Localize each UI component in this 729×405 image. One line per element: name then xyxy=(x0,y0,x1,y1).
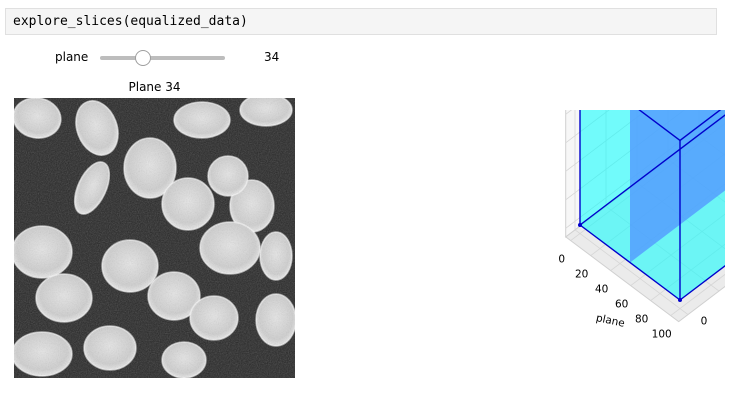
slider-label: plane xyxy=(55,50,89,64)
box-vertex xyxy=(578,223,582,227)
x-tick-label: 100 xyxy=(652,329,672,341)
x-tick-label: 80 xyxy=(635,314,648,326)
microscopy-image xyxy=(14,98,295,378)
3d-plot-svg: 0204060801000501001502002500501001502002… xyxy=(558,0,729,341)
code-cell[interactable]: explore_slices(equalized_data) xyxy=(5,8,717,35)
x-tick-label: 40 xyxy=(595,284,608,296)
y-tick-label: 0 xyxy=(701,316,708,328)
box-vertex xyxy=(678,298,682,302)
x-axis-label: plane xyxy=(595,312,626,330)
volume-box xyxy=(578,0,729,302)
plane-slider-track[interactable] xyxy=(100,50,225,66)
x-tick-label: 20 xyxy=(575,269,588,281)
slider-value-readout: 34 xyxy=(264,50,280,64)
image-title: Plane 34 xyxy=(128,80,181,94)
x-tick-label: 0 xyxy=(558,254,565,266)
plane-slider-handle[interactable] xyxy=(134,50,151,66)
plane-slider-widget: plane 34 xyxy=(0,46,320,70)
3d-volume-plot: 0204060801000501001502002500501001502002… xyxy=(420,0,729,400)
code-text: explore_slices(equalized_data) xyxy=(13,14,248,29)
nuclei-image-svg xyxy=(14,98,295,378)
x-tick-label: 60 xyxy=(615,299,628,311)
